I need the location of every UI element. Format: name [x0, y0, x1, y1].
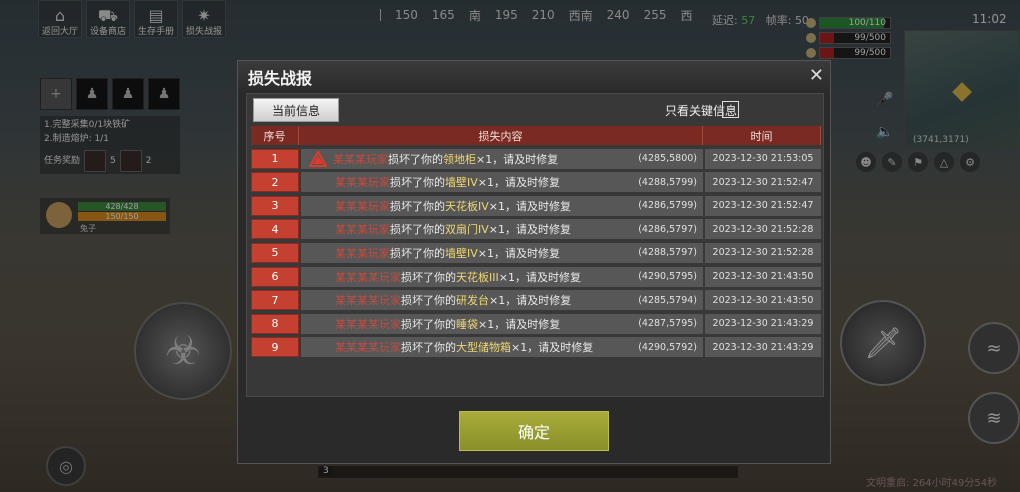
dialog-body: 当前信息 只看关键信息 序号 损失内容 时间 1 某某某玩家 损坏了你的 领地柜 ×1，…: [246, 93, 824, 424]
table-row: 5 某某某玩家 损坏了你的 墙壁IV ×1，请及时修复 (4288,5797) 2023-1…: [251, 242, 821, 263]
repair-hint: ×1，请及时修复: [478, 317, 561, 331]
location-coords[interactable]: (4290,5792): [638, 342, 697, 353]
row-number: 5: [251, 242, 299, 263]
row-number: 6: [251, 266, 299, 287]
repair-hint: ×1，请及时修复: [488, 223, 571, 237]
attacker-name: 某某某玩家: [335, 199, 390, 213]
row-time: 2023-12-30 21:52:47: [705, 195, 821, 216]
row-number: 8: [251, 313, 299, 334]
item-name: 墙壁IV: [445, 176, 478, 190]
row-number: 1: [251, 148, 299, 169]
attacker-name: 某某某某玩家: [335, 270, 401, 284]
column-header-num: 序号: [251, 126, 299, 145]
item-name: 大型储物箱: [456, 341, 511, 355]
row-content: 某某某玩家 损坏了你的 领地柜 ×1，请及时修复 (4285,5800): [301, 148, 703, 169]
attacker-name: 某某某某玩家: [335, 294, 401, 308]
table-row: 1 某某某玩家 损坏了你的 领地柜 ×1，请及时修复 (4285,5800) 2023-12…: [251, 148, 821, 169]
damage-text: 损坏了你的: [401, 294, 456, 308]
dialog-header: 损失战报 ✕: [238, 61, 830, 91]
key-info-checkbox[interactable]: [722, 101, 739, 118]
row-content: 某某某玩家 损坏了你的 墙壁IV ×1，请及时修复 (4288,5799): [301, 172, 703, 193]
attacker-name: 某某某玩家: [335, 176, 390, 190]
warning-icon: [309, 150, 327, 167]
attacker-name: 某某某玩家: [335, 223, 390, 237]
repair-hint: ×1，请及时修复: [489, 294, 572, 308]
location-coords[interactable]: (4288,5797): [638, 247, 697, 258]
close-icon[interactable]: ✕: [809, 65, 824, 86]
item-name: 天花板III: [456, 270, 499, 284]
repair-hint: ×1，请及时修复: [488, 199, 571, 213]
repair-hint: ×1，请及时修复: [498, 270, 581, 284]
attacker-name: 某某某某玩家: [335, 317, 401, 331]
row-content: 某某某玩家 损坏了你的 双扇门IV ×1，请及时修复 (4286,5797): [301, 219, 703, 240]
item-name: 研发台: [456, 294, 489, 308]
row-number: 2: [251, 172, 299, 193]
row-number: 7: [251, 290, 299, 311]
tab-current-info[interactable]: 当前信息: [253, 98, 339, 122]
attacker-name: 某某某玩家: [335, 246, 390, 260]
row-content: 某某某玩家 损坏了你的 天花板IV ×1，请及时修复 (4286,5799): [301, 195, 703, 216]
table-row: 6 某某某某玩家 损坏了你的 天花板III ×1，请及时修复 (4290,5795) 202…: [251, 266, 821, 287]
damage-text: 损坏了你的: [401, 341, 456, 355]
row-content: 某某某玩家 损坏了你的 墙壁IV ×1，请及时修复 (4288,5797): [301, 242, 703, 263]
row-time: 2023-12-30 21:53:05: [705, 148, 821, 169]
repair-hint: ×1，请及时修复: [476, 152, 559, 166]
table-row: 9 某某某某玩家 损坏了你的 大型储物箱 ×1，请及时修复 (4290,5792) 2023…: [251, 337, 821, 358]
item-name: 睡袋: [456, 317, 478, 331]
location-coords[interactable]: (4290,5795): [638, 271, 697, 282]
row-number: 9: [251, 337, 299, 358]
item-name: 天花板IV: [445, 199, 489, 213]
row-time: 2023-12-30 21:52:47: [705, 172, 821, 193]
repair-hint: ×1，请及时修复: [511, 341, 594, 355]
table-header: 序号 损失内容 时间: [251, 126, 821, 145]
damage-text: 损坏了你的: [401, 317, 456, 331]
row-time: 2023-12-30 21:43:29: [705, 337, 821, 358]
row-number: 4: [251, 219, 299, 240]
item-name: 墙壁IV: [445, 246, 478, 260]
location-coords[interactable]: (4287,5795): [638, 318, 697, 329]
damage-text: 损坏了你的: [390, 199, 445, 213]
damage-text: 损坏了你的: [401, 270, 456, 284]
item-name: 领地柜: [443, 152, 476, 166]
dialog-title: 损失战报: [248, 69, 313, 88]
attacker-name: 某某某玩家: [333, 152, 388, 166]
column-header-content: 损失内容: [299, 126, 703, 145]
table-row: 3 某某某玩家 损坏了你的 天花板IV ×1，请及时修复 (4286,5799) 2023-…: [251, 195, 821, 216]
damage-text: 损坏了你的: [390, 223, 445, 237]
location-coords[interactable]: (4288,5799): [638, 177, 697, 188]
row-time: 2023-12-30 21:43:50: [705, 266, 821, 287]
loss-table: 序号 损失内容 时间 1 某某某玩家 损坏了你的 领地柜 ×1，请及时修复 (4285,5…: [251, 126, 821, 358]
row-time: 2023-12-30 21:43:50: [705, 290, 821, 311]
table-row: 2 某某某玩家 损坏了你的 墙壁IV ×1，请及时修复 (4288,5799) 2023-1…: [251, 172, 821, 193]
attacker-name: 某某某某玩家: [335, 341, 401, 355]
row-time: 2023-12-30 21:52:28: [705, 242, 821, 263]
row-number: 3: [251, 195, 299, 216]
table-rows: 1 某某某玩家 损坏了你的 领地柜 ×1，请及时修复 (4285,5800) 2023-12…: [251, 148, 821, 358]
column-header-time: 时间: [703, 126, 821, 145]
table-row: 4 某某某玩家 损坏了你的 双扇门IV ×1，请及时修复 (4286,5797) 2023-…: [251, 219, 821, 240]
location-coords[interactable]: (4286,5797): [638, 224, 697, 235]
location-coords[interactable]: (4285,5794): [638, 295, 697, 306]
confirm-button[interactable]: 确定: [459, 411, 609, 451]
row-time: 2023-12-30 21:52:28: [705, 219, 821, 240]
location-coords[interactable]: (4285,5800): [638, 153, 697, 164]
loss-report-dialog: 损失战报 ✕ 当前信息 只看关键信息 序号 损失内容 时间 1 某某某玩家 损坏了你…: [237, 60, 831, 464]
row-content: 某某某某玩家 损坏了你的 研发台 ×1，请及时修复 (4285,5794): [301, 290, 703, 311]
table-row: 7 某某某某玩家 损坏了你的 研发台 ×1，请及时修复 (4285,5794) 2023-1…: [251, 290, 821, 311]
row-content: 某某某某玩家 损坏了你的 睡袋 ×1，请及时修复 (4287,5795): [301, 313, 703, 334]
location-coords[interactable]: (4286,5799): [638, 200, 697, 211]
damage-text: 损坏了你的: [390, 246, 445, 260]
row-time: 2023-12-30 21:43:29: [705, 313, 821, 334]
table-row: 8 某某某某玩家 损坏了你的 睡袋 ×1，请及时修复 (4287,5795) 2023-12…: [251, 313, 821, 334]
item-name: 双扇门IV: [445, 223, 489, 237]
row-content: 某某某某玩家 损坏了你的 大型储物箱 ×1，请及时修复 (4290,5792): [301, 337, 703, 358]
row-content: 某某某某玩家 损坏了你的 天花板III ×1，请及时修复 (4290,5795): [301, 266, 703, 287]
damage-text: 损坏了你的: [388, 152, 443, 166]
damage-text: 损坏了你的: [390, 176, 445, 190]
repair-hint: ×1，请及时修复: [477, 176, 560, 190]
repair-hint: ×1，请及时修复: [477, 246, 560, 260]
